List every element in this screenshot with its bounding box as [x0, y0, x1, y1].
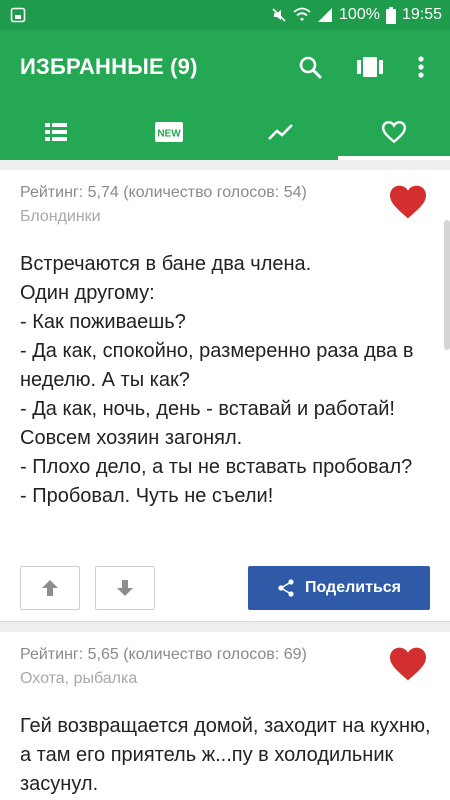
tab-top[interactable]: [225, 104, 338, 160]
joke-text: Встречаются в бане два члена. Один друго…: [20, 253, 414, 507]
joke-card: Рейтинг: 5,74 (количество голосов: 54) Б…: [0, 170, 450, 622]
sim-icon: [10, 7, 26, 23]
share-button-label: Поделиться: [304, 579, 402, 596]
heart-outline-icon: [381, 121, 406, 144]
search-icon: [299, 56, 322, 79]
trending-icon: [268, 124, 294, 140]
favorite-heart-icon[interactable]: [388, 646, 428, 682]
status-bar: 100% 19:55: [0, 0, 450, 30]
category-link[interactable]: Блондинки: [20, 208, 101, 226]
favorites-list[interactable]: Рейтинг: 5,74 (количество голосов: 54) Б…: [0, 160, 450, 800]
favorite-heart-icon[interactable]: [388, 184, 428, 220]
joke-card: Рейтинг: 5,65 (количество голосов: 69) О…: [0, 632, 450, 800]
scrollbar[interactable]: [444, 220, 450, 350]
category-link[interactable]: Охота, рыбалка: [20, 670, 137, 688]
more-vert-icon: [418, 56, 424, 78]
arrow-down-icon: [117, 580, 133, 596]
tab-all[interactable]: [0, 104, 113, 160]
battery-text: 100%: [339, 6, 380, 23]
app-bar: ИЗБРАННЫЕ (9): [0, 30, 450, 104]
tab-favorites[interactable]: [338, 104, 450, 160]
clock: 19:55: [401, 6, 442, 23]
tab-new[interactable]: NEW: [113, 104, 226, 160]
page-title: ИЗБРАННЫЕ (9): [20, 54, 198, 79]
rating-text: Рейтинг: 5,65 (количество голосов: 69): [20, 646, 307, 663]
share-button[interactable]: Поделиться: [248, 566, 430, 610]
share-icon: [278, 579, 294, 597]
search-button[interactable]: [295, 52, 325, 82]
downvote-button[interactable]: [95, 566, 155, 610]
carousel-icon: [357, 57, 383, 77]
battery-icon: [385, 6, 396, 24]
signal-icon: [318, 8, 333, 22]
carousel-button[interactable]: [355, 52, 385, 82]
joke-text: Гей возвращается домой, заходит на кухню…: [20, 715, 431, 795]
upvote-button[interactable]: [20, 566, 80, 610]
wifi-icon: [293, 7, 311, 21]
new-icon: NEW: [154, 122, 183, 142]
tab-bar: NEW: [0, 104, 450, 160]
list-icon: [45, 123, 68, 141]
more-options-button[interactable]: [406, 52, 436, 82]
mute-icon: [272, 8, 286, 22]
rating-text: Рейтинг: 5,74 (количество голосов: 54): [20, 184, 307, 201]
arrow-up-icon: [42, 580, 58, 596]
new-icon-label: NEW: [157, 129, 181, 140]
